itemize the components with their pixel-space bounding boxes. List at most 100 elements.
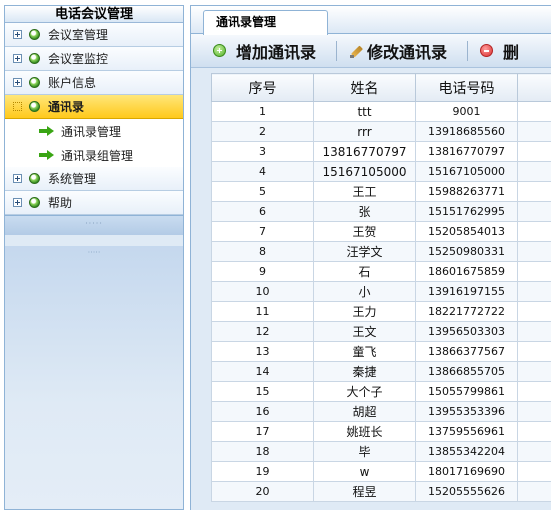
expand-icon[interactable] <box>13 174 22 183</box>
cell-index: 13 <box>211 341 314 362</box>
cell-name: 程昱 <box>313 481 416 502</box>
cell-name: 王贺 <box>313 221 416 242</box>
edit-icon <box>349 43 365 59</box>
cell-extra <box>517 461 551 482</box>
table-row[interactable]: 6 张 15151762995 <box>211 201 551 222</box>
cell-extra <box>517 161 551 182</box>
table-row[interactable]: 10 小 13916197155 <box>211 281 551 302</box>
cell-index: 15 <box>211 381 314 402</box>
table-row[interactable]: 13 童飞 13866377567 <box>211 341 551 362</box>
edit-contact-label: 修改通讯录 <box>367 42 448 62</box>
sidebar-resize-handle[interactable]: ····· <box>5 215 183 235</box>
cell-name: 张 <box>313 201 416 222</box>
table-row[interactable]: 15 大个子 15055799861 <box>211 381 551 402</box>
sidebar-item-contacts[interactable]: 通讯录 <box>5 95 183 119</box>
cell-extra <box>517 241 551 262</box>
column-header-index[interactable]: 序号 <box>211 73 314 102</box>
expand-icon[interactable] <box>13 78 22 87</box>
cell-phone: 13855342204 <box>415 441 518 462</box>
table-row[interactable]: 8 汪学文 15250980331 <box>211 241 551 262</box>
cell-name: 小 <box>313 281 416 302</box>
cell-index: 8 <box>211 241 314 262</box>
green-dot-icon <box>29 53 40 64</box>
cell-index: 20 <box>211 481 314 502</box>
arrow-right-icon <box>39 150 55 160</box>
toolbar-divider <box>467 40 469 61</box>
table-row[interactable]: 17 姚班长 13759556961 <box>211 421 551 442</box>
cell-extra <box>517 341 551 362</box>
table-row[interactable]: 2 rrr 13918685560 <box>211 121 551 142</box>
expand-icon[interactable] <box>13 54 22 63</box>
sidebar-item-account-info[interactable]: 账户信息 <box>5 71 183 95</box>
sidebar-item-help[interactable]: 帮助 <box>5 191 183 215</box>
cell-phone: 15205854013 <box>415 221 518 242</box>
table-row[interactable]: 20 程昱 15205555626 <box>211 481 551 502</box>
cell-phone: 13955353396 <box>415 401 518 422</box>
collapse-icon[interactable] <box>13 102 22 111</box>
expand-icon[interactable] <box>13 30 22 39</box>
cell-phone: 15205555626 <box>415 481 518 502</box>
table-row[interactable]: 7 王贺 15205854013 <box>211 221 551 242</box>
cell-index: 19 <box>211 461 314 482</box>
cell-extra <box>517 361 551 382</box>
table-row[interactable]: 1 ttt 9001 <box>211 101 551 122</box>
cell-index: 1 <box>211 101 314 122</box>
expand-icon[interactable] <box>13 198 22 207</box>
sidebar-subitem-contact-groups[interactable]: 通讯录组管理 <box>5 143 183 167</box>
table-row[interactable]: 9 石 18601675859 <box>211 261 551 282</box>
cell-extra <box>517 141 551 162</box>
table-row[interactable]: 12 王文 13956503303 <box>211 321 551 342</box>
panel-grip-icon[interactable]: ····· <box>5 246 183 260</box>
cell-extra <box>517 301 551 322</box>
sidebar-item-system[interactable]: 系统管理 <box>5 167 183 191</box>
table-row[interactable]: 4 15167105000 15167105000 <box>211 161 551 182</box>
cell-phone: 13866855705 <box>415 361 518 382</box>
cell-name: rrr <box>313 121 416 142</box>
cell-phone: 18221772722 <box>415 301 518 322</box>
table-row[interactable]: 18 毕 13855342204 <box>211 441 551 462</box>
cell-phone: 13956503303 <box>415 321 518 342</box>
green-dot-icon <box>29 173 40 184</box>
sidebar-item-meeting-monitor[interactable]: 会议室监控 <box>5 47 183 71</box>
table-row[interactable]: 14 秦捷 13866855705 <box>211 361 551 382</box>
tab-contacts-manage[interactable]: 通讯录管理 <box>203 10 328 35</box>
table-header-row: 序号 姓名 电话号码 <box>211 73 551 102</box>
cell-index: 4 <box>211 161 314 182</box>
edit-contact-button[interactable]: 修改通讯录 <box>349 39 447 63</box>
sidebar-subitem-contacts-manage[interactable]: 通讯录管理 <box>5 119 183 143</box>
cell-index: 5 <box>211 181 314 202</box>
table-row[interactable]: 19 w 18017169690 <box>211 461 551 482</box>
arrow-right-icon <box>39 126 55 136</box>
add-contact-button[interactable]: 增加通讯录 <box>213 39 316 63</box>
cell-phone: 15988263771 <box>415 181 518 202</box>
green-dot-icon <box>29 77 40 88</box>
table-row[interactable]: 5 王工 15988263771 <box>211 181 551 202</box>
sidebar-item-label: 会议室管理 <box>48 28 109 42</box>
cell-phone: 13816770797 <box>415 141 518 162</box>
table-row[interactable]: 16 胡超 13955353396 <box>211 401 551 422</box>
table-row[interactable]: 11 王力 18221772722 <box>211 301 551 322</box>
cell-name: 15167105000 <box>313 161 416 182</box>
green-dot-icon <box>29 29 40 40</box>
tab-strip: 通讯录管理 <box>191 6 551 35</box>
cell-phone: 13759556961 <box>415 421 518 442</box>
cell-name: 13816770797 <box>313 141 416 162</box>
cell-name: 毕 <box>313 441 416 462</box>
cell-extra <box>517 201 551 222</box>
sidebar-item-meeting-room[interactable]: 会议室管理 <box>5 23 183 47</box>
sidebar-item-label: 账户信息 <box>48 76 97 90</box>
column-header-phone[interactable]: 电话号码 <box>415 73 518 102</box>
cell-name: 胡超 <box>313 401 416 422</box>
cell-name: 大个子 <box>313 381 416 402</box>
column-header-extra[interactable] <box>517 73 551 102</box>
table-row[interactable]: 3 13816770797 13816770797 <box>211 141 551 162</box>
cell-extra <box>517 181 551 202</box>
delete-contact-button[interactable]: 删 <box>480 39 519 63</box>
contacts-table: 序号 姓名 电话号码 1 ttt 9001 2 rrr 13918685560 3 13816… <box>211 73 551 502</box>
cell-extra <box>517 321 551 342</box>
column-header-name[interactable]: 姓名 <box>313 73 416 102</box>
sidebar-item-label: 系统管理 <box>48 172 97 186</box>
cell-index: 12 <box>211 321 314 342</box>
sidebar-lower-panel: ····· <box>5 246 183 509</box>
delete-icon <box>480 44 494 57</box>
